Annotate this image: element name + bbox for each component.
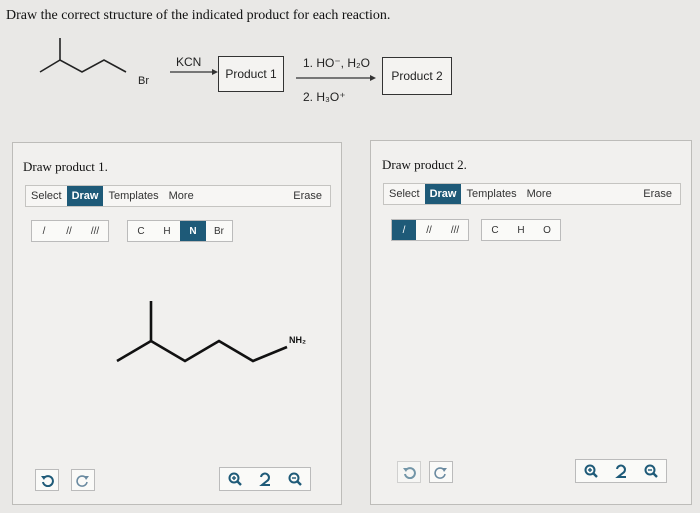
reagent-step-1: 1. HO⁻, H₂O: [303, 56, 371, 70]
atom-h-button[interactable]: H: [154, 221, 180, 241]
triple-bond-icon: ///: [90, 225, 100, 237]
templates-tool[interactable]: Templates: [103, 186, 163, 206]
atom-n-button[interactable]: N: [180, 221, 206, 241]
undo-icon: [41, 475, 54, 487]
reagent-step-2: 2. H₃O⁺: [303, 90, 346, 104]
erase-button[interactable]: Erase: [643, 188, 680, 200]
atom-c-button[interactable]: C: [482, 220, 508, 240]
zoom-reset-button[interactable]: [250, 468, 280, 490]
zoom-out-button[interactable]: [636, 460, 666, 482]
redo-button[interactable]: [71, 469, 95, 491]
draw-tool[interactable]: Draw: [66, 186, 104, 206]
triple-bond-button[interactable]: ///: [442, 220, 468, 240]
reagent-kcn: KCN: [176, 55, 202, 69]
zoom-out-button[interactable]: [280, 468, 310, 490]
product-2-box: Product 2: [382, 57, 452, 95]
double-bond-button[interactable]: //: [416, 220, 442, 240]
drawing-canvas-2[interactable]: [383, 245, 681, 455]
double-bond-icon: //: [426, 224, 432, 236]
more-tool[interactable]: More: [164, 186, 199, 206]
drawn-amine-label: NH₂: [289, 335, 306, 345]
panel-1-title: Draw product 1.: [23, 159, 108, 174]
more-tool[interactable]: More: [522, 184, 557, 204]
drawing-canvas-1[interactable]: NH₂: [109, 293, 329, 373]
drawn-skeleton: [116, 339, 288, 363]
redo-icon: [76, 475, 89, 487]
select-tool[interactable]: Select: [26, 186, 67, 206]
panel-1-zoom-tools: [219, 467, 311, 491]
zoom-in-button[interactable]: [220, 468, 250, 490]
erase-button[interactable]: Erase: [293, 190, 330, 202]
draw-panel-2: Draw product 2. Select Draw Templates Mo…: [370, 140, 692, 505]
product-1-box: Product 1: [218, 56, 284, 92]
zoom-reset-button[interactable]: [606, 460, 636, 482]
templates-tool[interactable]: Templates: [461, 184, 521, 204]
double-bond-icon: //: [66, 225, 72, 237]
undo-button[interactable]: [397, 461, 421, 483]
panel-2-toolbar: Select Draw Templates More Erase: [383, 183, 681, 205]
zoom-out-icon: [644, 464, 658, 478]
single-bond-button[interactable]: /: [32, 221, 56, 241]
select-tool[interactable]: Select: [384, 184, 425, 204]
question-text: Draw the correct structure of the indica…: [6, 8, 391, 23]
panel-2-title: Draw product 2.: [382, 157, 467, 172]
panel-1-toolbar: Select Draw Templates More Erase: [25, 185, 331, 207]
single-bond-icon: /: [402, 224, 406, 236]
triple-bond-button[interactable]: ///: [82, 221, 108, 241]
reactant-substituent: Br: [138, 75, 149, 87]
zoom-in-icon: [584, 464, 598, 478]
arrow-2-head: [370, 75, 376, 81]
redo-button[interactable]: [429, 461, 453, 483]
panel-2-bond-tools: / // ///: [391, 219, 469, 241]
single-bond-icon: /: [42, 225, 46, 237]
panel-2-zoom-tools: [575, 459, 667, 483]
zoom-reset-icon: [259, 472, 270, 486]
zoom-in-icon: [228, 472, 242, 486]
draw-panel-1: Draw product 1. Select Draw Templates Mo…: [12, 142, 342, 505]
triple-bond-icon: ///: [450, 224, 460, 236]
panel-1-bond-tools: / // ///: [31, 220, 109, 242]
zoom-in-button[interactable]: [576, 460, 606, 482]
atom-o-button[interactable]: O: [534, 220, 560, 240]
atom-br-button[interactable]: Br: [206, 221, 232, 241]
undo-icon: [403, 467, 416, 479]
single-bond-button[interactable]: /: [392, 220, 416, 240]
zoom-out-icon: [288, 472, 302, 486]
atom-h-button[interactable]: H: [508, 220, 534, 240]
redo-icon: [434, 467, 447, 479]
zoom-reset-icon: [615, 464, 626, 478]
undo-button[interactable]: [35, 469, 59, 491]
panel-2-atom-tools: C H O: [481, 219, 561, 241]
draw-tool[interactable]: Draw: [424, 184, 462, 204]
panel-1-atom-tools: C H N Br: [127, 220, 233, 242]
atom-c-button[interactable]: C: [128, 221, 154, 241]
reactant-skeleton: [39, 59, 127, 73]
double-bond-button[interactable]: //: [56, 221, 82, 241]
